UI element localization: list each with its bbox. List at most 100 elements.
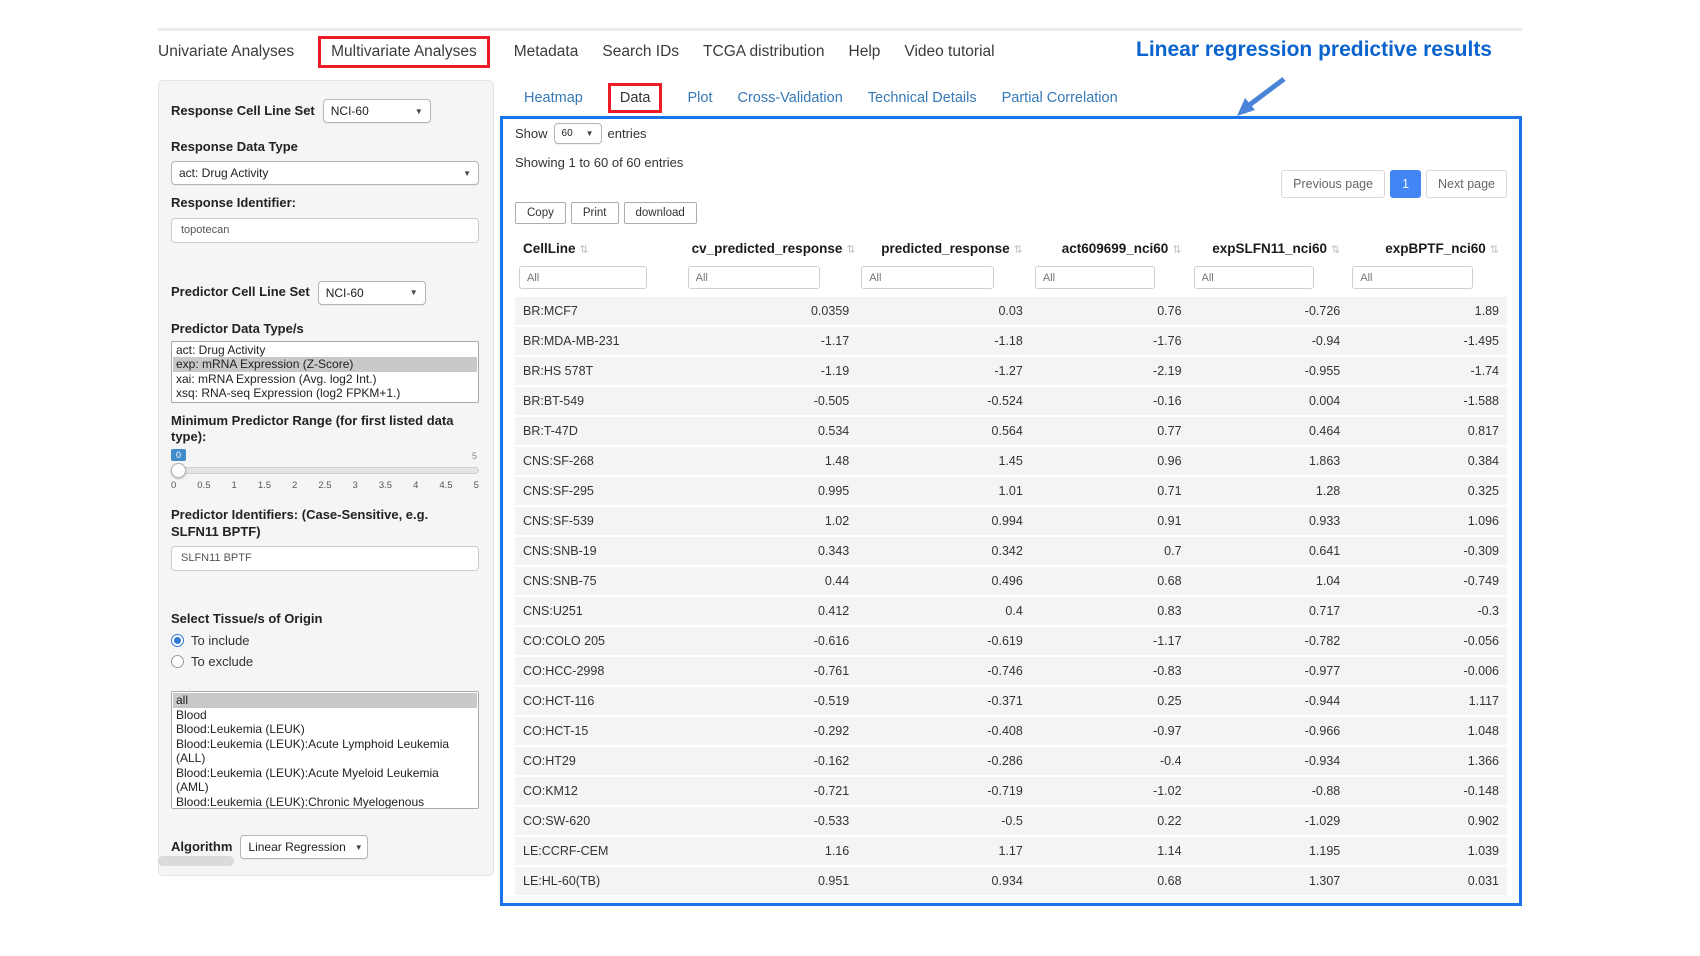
predictor-cell-line-set-value: NCI-60	[326, 286, 364, 300]
tissue-listbox[interactable]: allBloodBlood:Leukemia (LEUK)Blood:Leuke…	[171, 691, 479, 809]
response-cell-line-set-select[interactable]: NCI-60 ▼	[323, 99, 431, 123]
cell-line-cell: CNS:SF-268	[515, 446, 684, 476]
list-option[interactable]: Blood:Leukemia (LEUK)	[173, 722, 477, 737]
value-cell: 0.83	[1031, 596, 1190, 626]
filter-cell	[1031, 264, 1190, 297]
predictor-cell-line-set-select[interactable]: NCI-60 ▼	[318, 281, 426, 305]
table-header-row: CellLine⇅cv_predicted_response⇅predicted…	[515, 232, 1507, 264]
list-option[interactable]: xai: mRNA Expression (Avg. log2 Int.)	[173, 372, 477, 387]
value-cell: 0.25	[1031, 686, 1190, 716]
value-cell: -0.3	[1348, 596, 1507, 626]
tab-heatmap[interactable]: Heatmap	[524, 90, 583, 106]
column-header-expBPTF_nci60[interactable]: expBPTF_nci60⇅	[1348, 232, 1507, 264]
value-cell: -0.056	[1348, 626, 1507, 656]
list-option[interactable]: exp: mRNA Expression (Z-Score)	[173, 357, 477, 372]
value-cell: 0.464	[1190, 416, 1349, 446]
response-data-type-select[interactable]: act: Drug Activity ▼	[171, 161, 479, 185]
nav-item-multivariate-analyses[interactable]: Multivariate Analyses	[318, 36, 490, 68]
cell-line-cell: BR:MCF7	[515, 297, 684, 326]
page-length-select[interactable]: 60 ▼	[554, 123, 602, 144]
value-cell: 0.902	[1348, 806, 1507, 836]
value-cell: 1.28	[1190, 476, 1349, 506]
slider-tick-label: 3.5	[379, 480, 392, 491]
tab-partial-correlation[interactable]: Partial Correlation	[1002, 90, 1118, 106]
list-option[interactable]: Blood	[173, 708, 477, 723]
predictor-identifiers-input[interactable]	[171, 546, 479, 571]
slider-tick-label: 0	[171, 480, 176, 491]
value-cell: 1.366	[1348, 746, 1507, 776]
tab-cross-validation[interactable]: Cross-Validation	[737, 90, 842, 106]
results-table: CellLine⇅cv_predicted_response⇅predicted…	[515, 232, 1507, 897]
column-filter-input[interactable]	[519, 266, 647, 289]
value-cell: -2.19	[1031, 356, 1190, 386]
value-cell: -0.944	[1190, 686, 1349, 716]
algorithm-select[interactable]: Linear Regression ▼	[240, 835, 368, 859]
tissue-include-label: To include	[191, 633, 250, 648]
response-identifier-input[interactable]	[171, 218, 479, 243]
column-header-predicted_response[interactable]: predicted_response⇅	[857, 232, 1031, 264]
column-filter-input[interactable]	[1035, 266, 1155, 289]
value-cell: 0.77	[1031, 416, 1190, 446]
nav-item-video-tutorial[interactable]: Video tutorial	[904, 43, 994, 61]
value-cell: 0.68	[1031, 566, 1190, 596]
list-option[interactable]: Blood:Leukemia (LEUK):Chronic Myelogenou…	[173, 795, 477, 810]
value-cell: 1.04	[1190, 566, 1349, 596]
column-label: act609699_nci60	[1062, 241, 1169, 256]
previous-page-button[interactable]: Previous page	[1281, 170, 1385, 198]
nav-item-search-ids[interactable]: Search IDs	[602, 43, 679, 61]
column-header-CellLine[interactable]: CellLine⇅	[515, 232, 684, 264]
value-cell: 0.641	[1190, 536, 1349, 566]
tab-plot[interactable]: Plot	[687, 90, 712, 106]
nav-item-univariate-analyses[interactable]: Univariate Analyses	[158, 43, 294, 61]
slider-handle[interactable]	[171, 463, 186, 478]
predictor-data-types-listbox[interactable]: act: Drug Activityexp: mRNA Expression (…	[171, 341, 479, 403]
value-cell: -1.27	[857, 356, 1031, 386]
sort-icon[interactable]: ⇅	[1172, 244, 1181, 256]
slider-track[interactable]	[171, 467, 479, 474]
column-header-act609699_nci60[interactable]: act609699_nci60⇅	[1031, 232, 1190, 264]
sort-icon[interactable]: ⇅	[846, 244, 855, 256]
slider-tick-label: 1.5	[258, 480, 271, 491]
filter-cell	[857, 264, 1031, 297]
column-filter-input[interactable]	[688, 266, 821, 289]
tissue-include-radio[interactable]: To include	[171, 633, 479, 648]
list-option[interactable]: Blood:Leukemia (LEUK):Acute Lymphoid Leu…	[173, 737, 477, 766]
predictor-data-types-label: Predictor Data Type/s	[171, 321, 479, 337]
sort-icon[interactable]: ⇅	[580, 244, 589, 256]
table-row: CO:HCT-15-0.292-0.408-0.97-0.9661.048	[515, 716, 1507, 746]
column-header-cv_predicted_response[interactable]: cv_predicted_response⇅	[684, 232, 858, 264]
column-filter-input[interactable]	[1194, 266, 1314, 289]
sort-icon[interactable]: ⇅	[1331, 244, 1340, 256]
list-option[interactable]: Blood:Leukemia (LEUK):Acute Myeloid Leuk…	[173, 766, 477, 795]
column-header-expSLFN11_nci60[interactable]: expSLFN11_nci60⇅	[1190, 232, 1349, 264]
sort-icon[interactable]: ⇅	[1490, 244, 1499, 256]
tissue-exclude-radio[interactable]: To exclude	[171, 654, 479, 669]
nav-item-help[interactable]: Help	[849, 43, 881, 61]
value-cell: 0.343	[684, 536, 858, 566]
value-cell: 0.995	[684, 476, 858, 506]
value-cell: -0.88	[1190, 776, 1349, 806]
tab-technical-details[interactable]: Technical Details	[868, 90, 977, 106]
value-cell: 1.039	[1348, 836, 1507, 866]
min-predictor-range-label: Minimum Predictor Range (for first liste…	[171, 413, 479, 446]
download-button[interactable]: download	[624, 202, 697, 224]
column-filter-input[interactable]	[861, 266, 994, 289]
list-option[interactable]: all	[173, 693, 477, 708]
value-cell: 1.048	[1348, 716, 1507, 746]
filter-cell	[1190, 264, 1349, 297]
cell-line-cell: BR:MDA-MB-231	[515, 326, 684, 356]
column-filter-input[interactable]	[1352, 266, 1472, 289]
current-page-button[interactable]: 1	[1390, 170, 1421, 198]
nav-item-tcga-distribution[interactable]: TCGA distribution	[703, 43, 824, 61]
list-option[interactable]: xsq: RNA-seq Expression (log2 FPKM+1.)	[173, 386, 477, 401]
tab-data[interactable]: Data	[608, 83, 663, 113]
copy-button[interactable]: Copy	[515, 202, 566, 224]
list-option[interactable]: act: Drug Activity	[173, 343, 477, 358]
value-cell: -1.029	[1190, 806, 1349, 836]
value-cell: 1.02	[684, 506, 858, 536]
nav-item-metadata[interactable]: Metadata	[514, 43, 579, 61]
print-button[interactable]: Print	[571, 202, 619, 224]
next-page-button[interactable]: Next page	[1426, 170, 1507, 198]
chevron-down-icon: ▼	[355, 843, 363, 852]
sort-icon[interactable]: ⇅	[1014, 244, 1023, 256]
